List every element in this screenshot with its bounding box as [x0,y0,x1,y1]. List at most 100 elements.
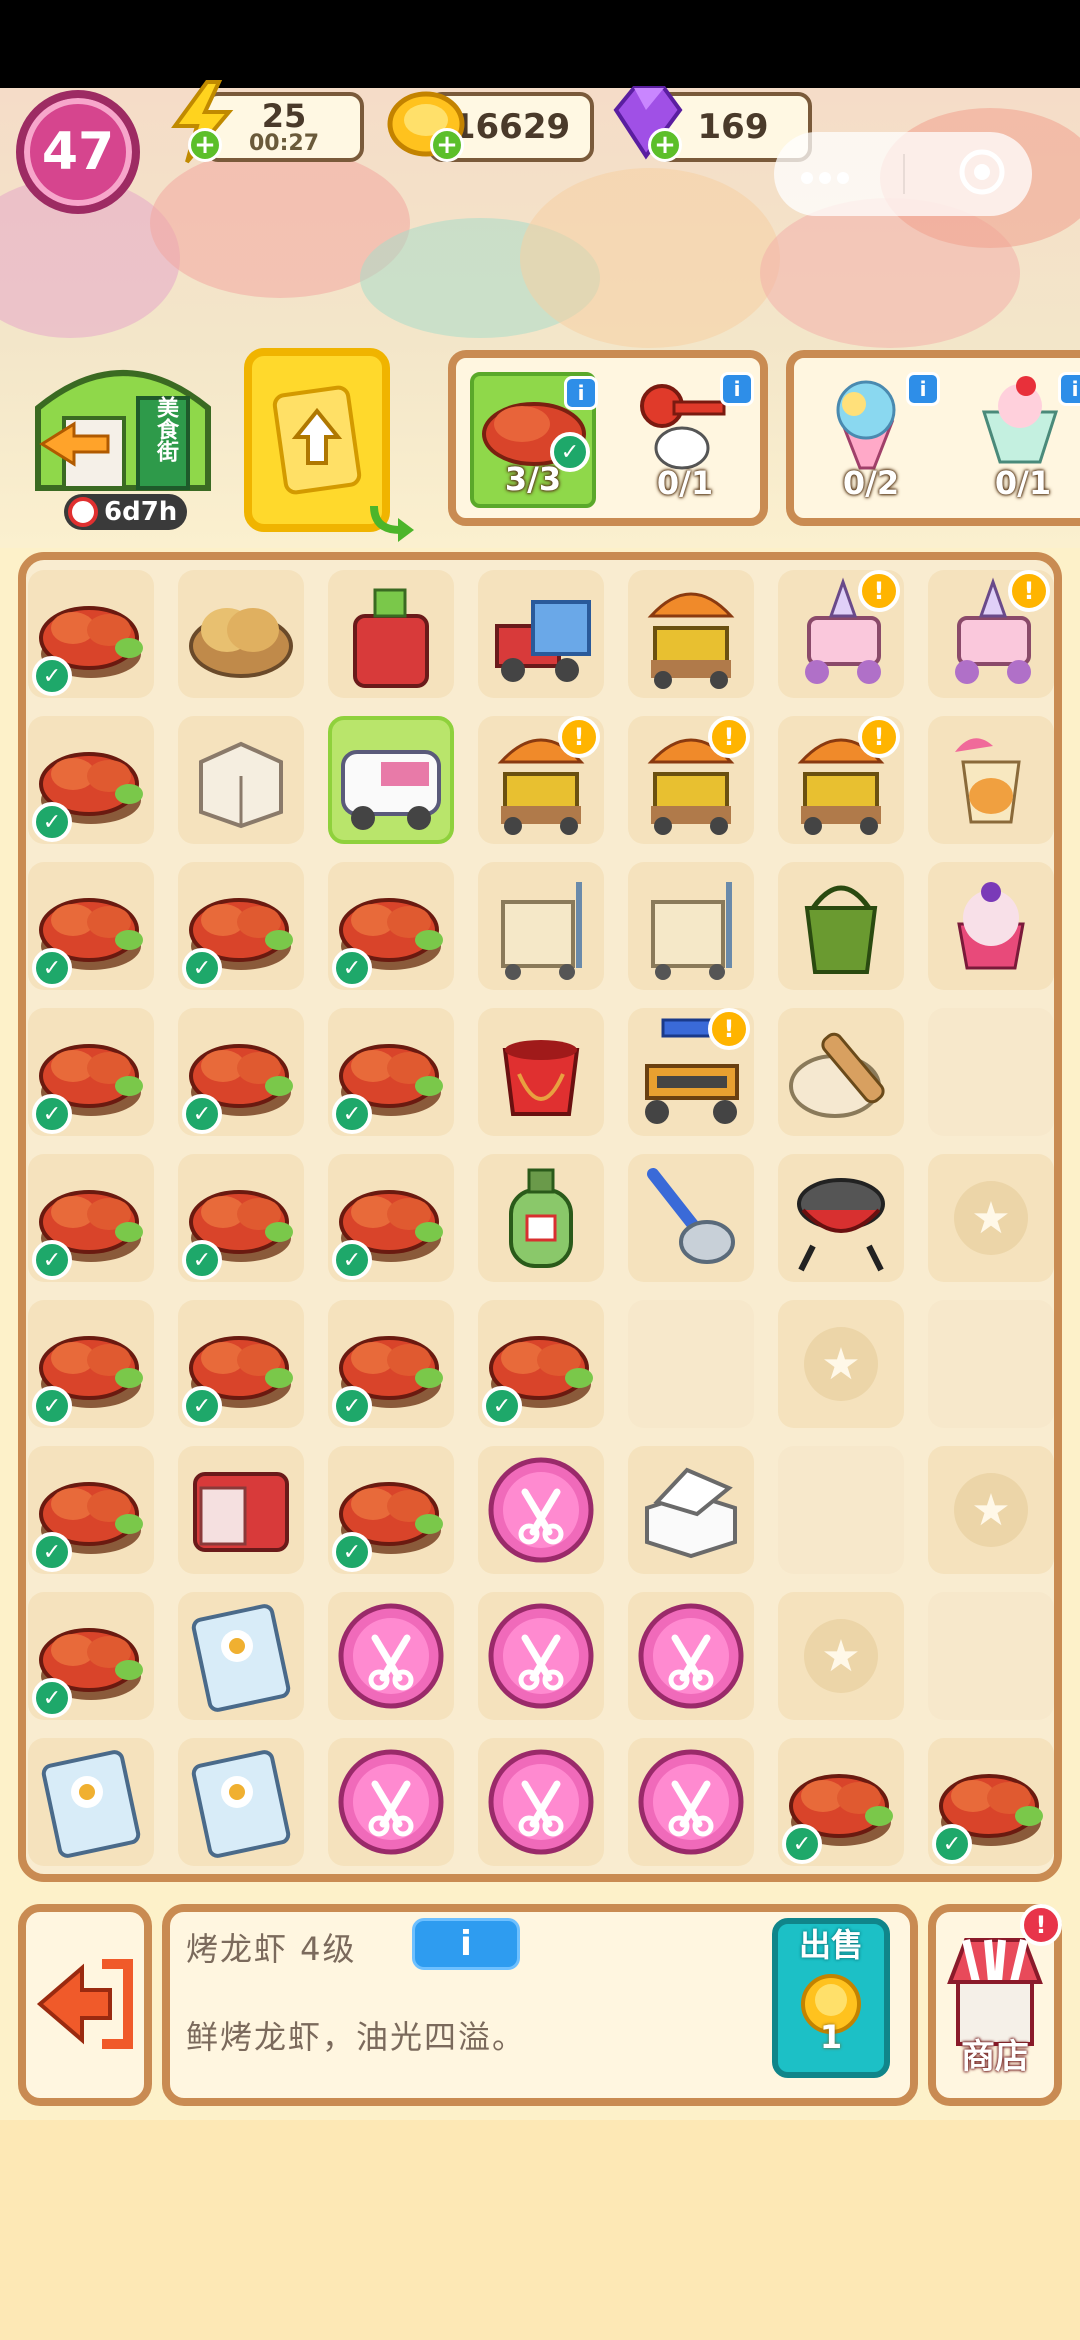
star-lock-icon: ★ [804,1327,878,1401]
board-cell[interactable]: ✓ [178,1154,304,1282]
board-cell[interactable] [328,570,454,698]
board-cell[interactable] [628,1738,754,1866]
board-cell[interactable] [328,716,454,844]
board-cell[interactable]: ✓ [328,1300,454,1428]
mini-program-capsule[interactable] [774,132,1032,216]
empty-cell[interactable] [928,1592,1054,1720]
board-cell[interactable] [478,862,604,990]
board-cell[interactable]: ✓ [28,1446,154,1574]
board-cell[interactable] [28,1738,154,1866]
more-icon[interactable] [800,154,850,194]
board-cell[interactable]: ✓ [178,1008,304,1136]
board-cell[interactable]: ✓ [778,1738,904,1866]
board-cell[interactable]: ✓ [178,862,304,990]
order-info-icon[interactable]: i [1058,372,1080,406]
board-cell[interactable] [478,1154,604,1282]
locked-cell[interactable]: ★ [778,1592,904,1720]
board-cell[interactable] [628,570,754,698]
player-level: 47 [41,122,115,182]
board-cell[interactable]: ! [628,716,754,844]
locked-cell[interactable]: ★ [928,1446,1054,1574]
board-cell[interactable] [178,570,304,698]
add-energy-button[interactable]: + [188,128,222,162]
exit-button[interactable] [18,1904,152,2106]
board-cell[interactable]: ✓ [328,1446,454,1574]
board-cell[interactable]: ✓ [928,1738,1054,1866]
coin-value: 16629 [451,107,571,147]
order-info-icon[interactable]: i [564,376,598,410]
locked-cell[interactable]: ★ [778,1300,904,1428]
order-info-icon[interactable]: i [906,372,940,406]
ready-check-icon: ✓ [182,948,222,988]
board-cell[interactable]: ✓ [478,1300,604,1428]
quest-card-button[interactable] [244,348,414,542]
board-cell[interactable] [178,1592,304,1720]
board-cell[interactable] [328,1592,454,1720]
board-cell[interactable] [178,716,304,844]
locked-cell[interactable]: ★ [928,1154,1054,1282]
board-cell[interactable]: ! [478,716,604,844]
food-street-district[interactable]: 美食街 6d7h [28,348,218,532]
empty-cell[interactable] [628,1300,754,1428]
empty-cell[interactable] [778,1446,904,1574]
board-cell[interactable] [928,862,1054,990]
board-cell[interactable]: ! [928,570,1054,698]
order-count: 0/2 [842,464,900,502]
board-cell[interactable]: ! [778,716,904,844]
order-card-1[interactable]: i 3/3 ✓ i 0/1 [448,350,768,526]
board-cell[interactable] [178,1738,304,1866]
board-cell[interactable] [478,1008,604,1136]
board-cell[interactable] [628,862,754,990]
board-cell[interactable] [628,1154,754,1282]
order-card-2[interactable]: i 0/2 i 0/1 [786,350,1080,526]
board-cell[interactable]: ! [628,1008,754,1136]
board-cell[interactable]: ✓ [28,862,154,990]
ready-check-icon: ✓ [32,1532,72,1572]
board-cell[interactable] [778,1154,904,1282]
item-info-button[interactable]: i [412,1918,520,1970]
board-cell[interactable] [478,1592,604,1720]
board-cell[interactable]: ✓ [328,862,454,990]
board-cell[interactable] [178,1446,304,1574]
board-cell[interactable] [328,1738,454,1866]
sell-label: 出售 [798,1926,863,1964]
producer-alert-icon: ! [1008,570,1050,612]
board-cell[interactable]: ✓ [28,1154,154,1282]
sell-button[interactable]: 出售 1 [772,1918,890,2078]
board-cell[interactable]: ✓ [28,716,154,844]
scissors-token-item-icon [483,1452,599,1568]
board-cell[interactable] [628,1592,754,1720]
board-cell[interactable]: ✓ [28,570,154,698]
board-cell[interactable] [628,1446,754,1574]
order-slot-crayfish[interactable]: i 3/3 ✓ [470,372,598,508]
order-slot-key[interactable]: i 0/1 [622,372,754,508]
board-cell[interactable]: ✓ [328,1154,454,1282]
add-gem-button[interactable]: + [648,128,682,162]
shop-button[interactable]: ! 商店 [928,1904,1062,2106]
board-cell[interactable]: ✓ [178,1300,304,1428]
board-cell[interactable] [478,1738,604,1866]
ladle-item-icon [633,1160,749,1276]
order-count: 0/1 [994,464,1052,502]
order-info-icon[interactable]: i [720,372,754,406]
order-slot-sundae[interactable]: i 0/1 [960,372,1080,508]
district-timer-badge: 6d7h [64,494,188,530]
empty-cell[interactable] [928,1008,1054,1136]
board-cell[interactable]: ✓ [28,1592,154,1720]
board-cell[interactable] [928,716,1054,844]
board-cell[interactable] [478,1446,604,1574]
board-cell[interactable] [778,862,904,990]
board-cell[interactable]: ✓ [28,1300,154,1428]
player-level-badge[interactable]: 47 [16,90,140,214]
hand-truck-item-icon [633,868,749,984]
order-slot-rainbow-ice-cream[interactable]: i 0/2 [808,372,940,508]
close-mini-program-icon[interactable] [958,148,1006,200]
add-coin-button[interactable]: + [430,128,464,162]
empty-cell[interactable] [928,1300,1054,1428]
complete-check-icon: ✓ [550,432,590,472]
board-cell[interactable]: ! [778,570,904,698]
board-cell[interactable] [478,570,604,698]
board-cell[interactable]: ✓ [328,1008,454,1136]
board-cell[interactable] [778,1008,904,1136]
board-cell[interactable]: ✓ [28,1008,154,1136]
